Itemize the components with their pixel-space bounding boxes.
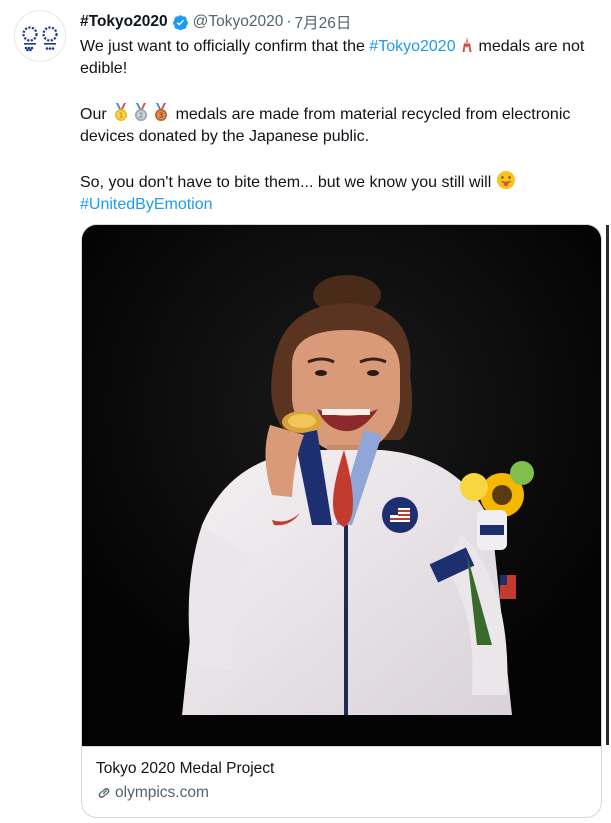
scrollbar-edge: [606, 225, 609, 745]
silver-medal-emoji: 2: [135, 103, 148, 121]
hashtag-tokyo2020-link[interactable]: #Tokyo2020: [369, 38, 455, 55]
text-fragment: So, you don't have to bite them... but w…: [80, 174, 496, 191]
avatar[interactable]: [14, 10, 66, 62]
card-domain[interactable]: olympics.com: [96, 784, 209, 802]
card-title[interactable]: Tokyo 2020 Medal Project: [96, 760, 274, 778]
tweet-header: #Tokyo2020 @Tokyo2020 · 7月26日: [80, 11, 351, 33]
tweet-paragraph-3: So, you don't have to bite them... but w…: [80, 170, 611, 194]
svg-text:2: 2: [139, 112, 143, 120]
tweet-text: We just want to officially confirm that …: [80, 36, 611, 216]
athlete-biting-gold-medal-photo: [82, 225, 601, 746]
tweet-paragraph-2: Our 123 medals are made from material re…: [80, 102, 611, 148]
verified-badge-icon: [172, 14, 188, 30]
tokyo2020-emblem-icon: [22, 26, 58, 52]
card-image[interactable]: [82, 225, 601, 746]
tweet-paragraph-4: #UnitedByEmotion: [80, 194, 611, 216]
tweet-paragraph-1: We just want to officially confirm that …: [80, 36, 611, 80]
face-with-tongue-emoji: [496, 171, 515, 189]
gold-medal-emoji: 1: [115, 103, 128, 121]
link-card[interactable]: Tokyo 2020 Medal Project olympics.com: [81, 224, 602, 818]
tweet[interactable]: #Tokyo2020 @Tokyo2020 · 7月26日 We just wa…: [0, 0, 611, 823]
link-icon: [98, 787, 110, 799]
tokyo-tower-emoji: [462, 37, 472, 52]
separator-dot: ·: [286, 13, 292, 30]
card-domain-text: olympics.com: [115, 784, 209, 801]
text-fragment: We just want to officially confirm that …: [80, 38, 370, 55]
card-footer[interactable]: Tokyo 2020 Medal Project olympics.com: [82, 746, 601, 817]
svg-text:3: 3: [159, 112, 163, 120]
display-name[interactable]: #Tokyo2020: [80, 13, 168, 31]
tweet-date[interactable]: 7月26日: [295, 11, 352, 33]
svg-text:1: 1: [119, 112, 123, 120]
text-fragment: Our: [80, 106, 112, 123]
hashtag-unitedbyemotion-link[interactable]: #UnitedByEmotion: [80, 196, 213, 213]
handle[interactable]: @Tokyo2020: [193, 13, 284, 31]
bronze-medal-emoji: 3: [155, 103, 168, 121]
